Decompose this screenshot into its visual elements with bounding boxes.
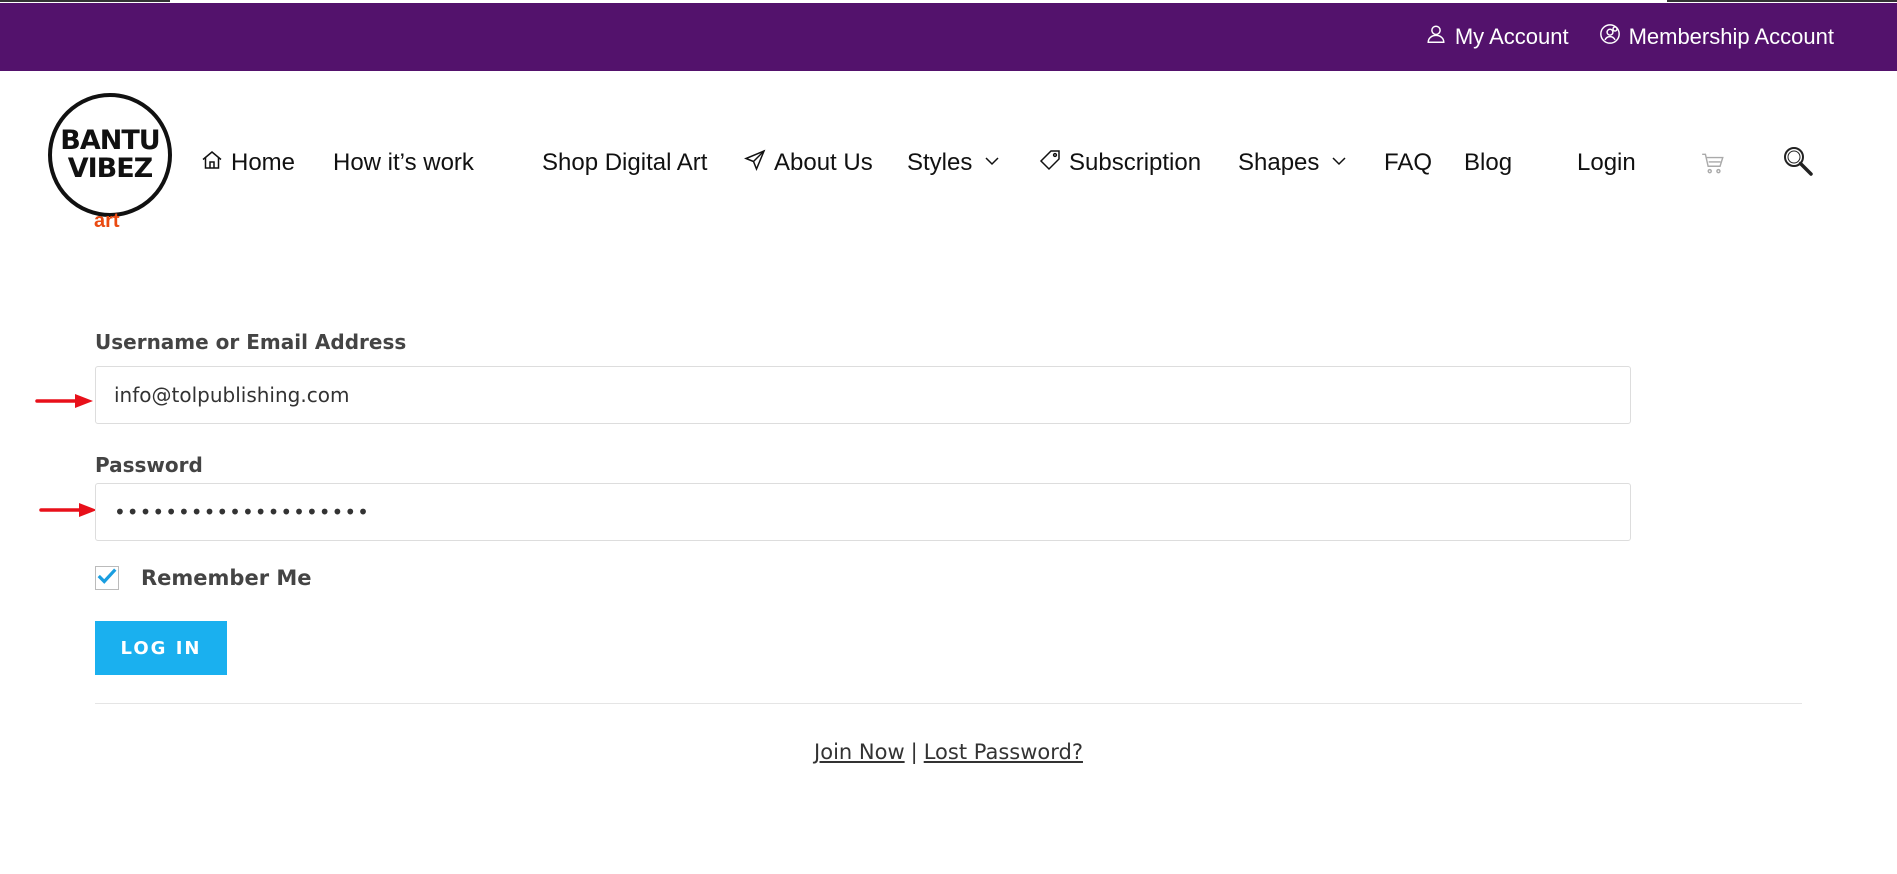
footer-separator: | [910, 740, 918, 764]
username-field[interactable]: info@tolpublishing.com [95, 366, 1631, 424]
nav-about-us[interactable]: About Us [743, 143, 873, 183]
nav-blog[interactable]: Blog [1464, 143, 1512, 183]
nav-styles[interactable]: Styles [907, 143, 1001, 183]
nav-faq-label: FAQ [1384, 149, 1433, 176]
nav-shop-digital-art[interactable]: Shop Digital Art [542, 143, 707, 183]
nav-login[interactable]: Login [1577, 143, 1636, 183]
arrow-icon [39, 502, 99, 518]
password-field[interactable]: •••••••••••••••••••• [95, 483, 1631, 541]
send-icon [743, 148, 767, 179]
my-account-label: My Account [1454, 24, 1569, 49]
my-account-link[interactable]: My Account [1425, 23, 1569, 51]
nav-subscription[interactable]: Subscription [1038, 143, 1201, 183]
nav-home[interactable]: Home [200, 143, 295, 183]
user-icon [1425, 23, 1447, 51]
password-label: Password [95, 453, 203, 477]
nav-login-label: Login [1577, 149, 1636, 176]
remember-checkbox[interactable] [95, 566, 119, 590]
cart-icon[interactable] [1700, 150, 1726, 176]
logo-line1: BANTU [60, 125, 160, 156]
membership-account-label: Membership Account [1628, 24, 1834, 49]
lost-password-link[interactable]: Lost Password? [924, 740, 1083, 764]
chevron-down-icon [979, 149, 1001, 177]
nav-shop-digital-art-label: Shop Digital Art [542, 149, 708, 176]
nav-how-it-works-label: How it’s work [333, 149, 474, 176]
nav-blog-label: Blog [1464, 149, 1513, 176]
nav-faq[interactable]: FAQ [1384, 143, 1432, 183]
top-bar: My Account Membership Account [0, 3, 1897, 71]
checkmark-icon [96, 565, 118, 592]
logo-line3: art [94, 210, 120, 232]
join-now-link[interactable]: Join Now [814, 740, 905, 764]
login-button[interactable]: LOG IN [95, 621, 227, 675]
chevron-down-icon [1326, 149, 1348, 177]
search-icon[interactable] [1782, 145, 1814, 177]
membership-account-link[interactable]: Membership Account [1599, 23, 1834, 51]
tag-icon [1038, 148, 1062, 179]
nav-how-it-works[interactable]: How it’s work [333, 143, 474, 183]
nav-home-label: Home [231, 149, 296, 176]
nav-subscription-label: Subscription [1069, 149, 1202, 176]
logo-line2: VIBEZ [67, 153, 154, 184]
divider [95, 703, 1802, 704]
home-icon [200, 148, 224, 179]
nav-styles-label: Styles [907, 149, 973, 176]
logo-circle: BANTU VIBEZ [48, 93, 172, 217]
arrow-icon [35, 393, 95, 409]
site-header: BANTU VIBEZ art Home How it’s work Shop … [0, 71, 1897, 246]
footer-links: Join Now | Lost Password? [0, 740, 1897, 764]
nav-shapes[interactable]: Shapes [1238, 143, 1348, 183]
username-label: Username or Email Address [95, 330, 407, 354]
membership-icon [1599, 23, 1621, 51]
nav-shapes-label: Shapes [1238, 149, 1320, 176]
nav-about-us-label: About Us [774, 149, 873, 176]
remember-me: Remember Me [95, 566, 312, 590]
remember-label: Remember Me [141, 566, 312, 590]
site-logo[interactable]: BANTU VIBEZ art [48, 93, 174, 233]
